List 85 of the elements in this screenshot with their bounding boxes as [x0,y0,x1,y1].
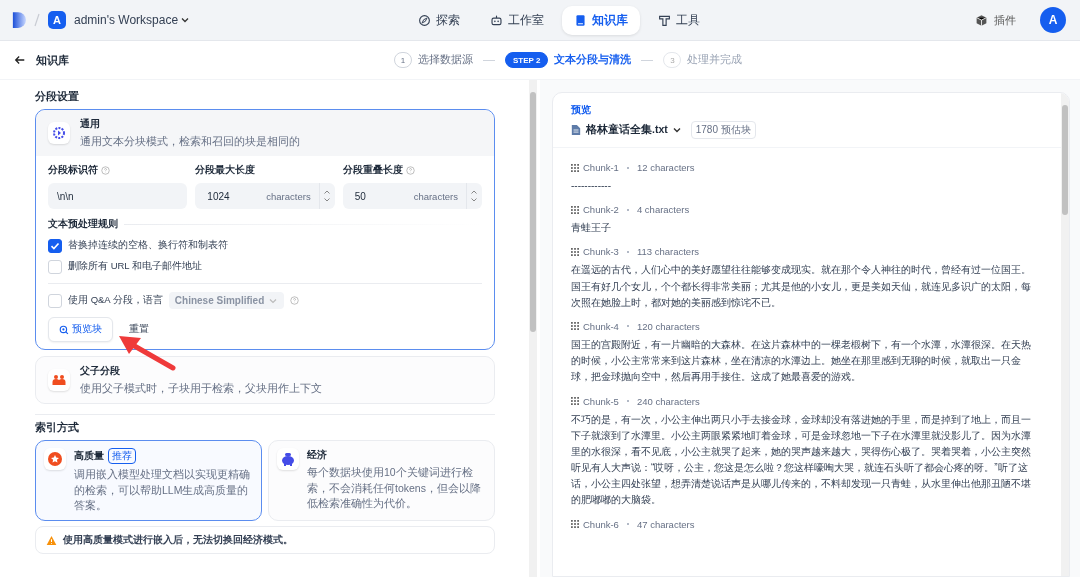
mode-card[interactable]: 父子分段 使用父子模式时，子块用于检索，父块用作上下文 [35,356,495,405]
workspace-selector[interactable]: admin's Workspace [74,13,191,27]
plugins-button[interactable]: 插件 [969,11,1022,29]
number-field[interactable]: 1024 characters [195,183,335,210]
field-label: 分段标识符 [48,164,98,178]
checkbox-label: 替换掉连续的空格、换行符和制表符 [68,239,228,253]
chunk-size: 120 characters [636,320,700,332]
index-option[interactable]: 经济 每个数据块使用10个关键词进行检索，不会消耗任何tokens，但会以降低检索准确性为代价。 [268,440,495,522]
checkbox-label: 删除所有 URL 和电子邮件地址 [68,260,202,274]
step-label: 处理并完成 [687,53,743,67]
rules-title: 文本预处理规则 [48,218,118,232]
help-icon [290,296,300,306]
chunk-size: 12 characters [636,162,695,173]
warning-icon [46,534,57,546]
option-title: 高质量 [74,449,104,464]
step-label: 文本分段与清洗 [554,53,632,67]
cube-icon [975,13,988,27]
back-arrow-icon[interactable] [14,54,26,66]
option-description: 每个数据块使用10个关键词进行检索，不会消耗任何tokens，但会以降低检索准确性为代价。 [307,465,482,511]
chunk-title: Chunk-3 [583,246,619,258]
grip-icon [571,322,579,331]
nav-tab[interactable]: 知识库 [562,5,640,35]
checkbox-label: 使用 Q&A 分段，语言 [68,294,163,308]
people-icon [48,369,70,392]
preview-button[interactable]: 预览块 [48,317,113,343]
book-icon [574,13,587,27]
grip-icon [571,247,579,256]
step-label: 选择数据源 [418,53,473,67]
grip-icon [571,397,579,405]
gear-icon [48,122,70,145]
chunk-title: Chunk-5 [583,395,619,407]
document-icon [571,124,581,136]
chunk-size: 47 characters [636,518,695,530]
chunk-title: Chunk-6 [583,518,619,530]
chunk-size: 113 characters [636,246,700,258]
hammer-icon [658,13,671,27]
chunk-size: 4 characters [636,204,690,216]
mode-description: 使用父子模式时，子块用于检索，父块用作上下文 [80,381,322,397]
user-avatar[interactable]: A [1040,7,1066,33]
nav-tab[interactable]: 工作室 [478,5,556,35]
chevron-down-icon [671,125,682,135]
star-badge-icon [47,451,63,468]
chunk-text: 不巧的是，有一次，小公主伸出两只小手去接金球，金球却没有落进她的手里，而是掉到了地上，而且一下子就滚到了水潭里。小公主两眼紧紧地盯着金球，可是金球忽地一下子在水潭里就没影儿了。因为水潭里的水很深，看不见底，小公主就哭了起来，她的哭声越来越大，哭得伤心极了。哭着哭着，小公主突然听见有人大声说：“哎呀，公主，您这是怎么啦？您这样嚎啕大哭，就连石头听了都会心疼的呀。”听了这话，小公主四处张望，想弄清楚说话声是从哪儿传来的，不料却发现一只青蛙，从水里伸出他那丑陋不堪的肥嘟嘟的大脑袋。 [571,412,1032,508]
chunk-title: Chunk-2 [583,204,619,216]
number-field[interactable]: 50 characters [342,183,482,210]
mode-description: 通用文本分块模式，检索和召回的块是相同的 [80,134,300,149]
warning-text: 使用高质量模式进行嵌入后，无法切换回经济模式。 [63,533,293,548]
mode-title: 通用 [80,117,101,131]
nav-tab[interactable]: 探索 [406,5,472,35]
option-title: 经济 [307,448,327,463]
section-title: 分段设置 [35,90,80,104]
option-description: 调用嵌入模型处理文档以实现更精确的检索，可以帮助LLM生成高质量的答案。 [74,467,251,513]
compass-icon [418,13,431,27]
logo-icon [12,11,26,29]
index-option[interactable]: 高质量 推荐 调用嵌入模型处理文档以实现更精确的检索，可以帮助LLM生成高质量的答案。 [35,440,262,522]
page-title: 知识库 [36,52,69,68]
mode-title: 父子分段 [80,364,121,379]
chevron-down-icon [180,15,191,25]
chunk-text: 青蛙王子 [571,221,612,236]
robot-icon [490,13,503,27]
chunk-size: 240 characters [636,395,700,407]
recommended-badge: 推荐 [108,448,136,465]
field-label: 分段重叠长度 [342,164,403,178]
separator-field[interactable]: \n\n [48,183,188,210]
nav-tab[interactable]: 工具 [646,5,712,35]
chunk-title: Chunk-1 [583,162,619,173]
checkbox[interactable] [48,238,62,253]
grip-icon [571,163,579,172]
preview-label: 预览 [571,103,592,117]
chunk-text: 国王的宫殿附近，有一片幽暗的大森林。在这片森林中的一棵老椴树下，有一个水潭，水潭很深。在天热的时候，小公主常常来到这片森林，坐在清凉的水潭边上。她坐在那里感到无聊的时候，就取出一只金球，把金球抛向空中，然后再用手接住。这成了她最喜爱的游戏。 [571,337,1032,385]
section-title: 索引方式 [35,421,80,436]
estimate-badge: 1780 预估块 [690,121,756,139]
chunk-text: 在遥远的古代，人们心中的美好愿望往往能够变成现实。就在那个令人神往的时代，曾经有过一位国王。国王有好几个女儿，个个都长得非常美丽；尤其是他的小女儿，更是美如天仙，就连见多识广的太阳，每次照在她脸上时，都对她的美丽感到惊诧不已。 [571,263,1032,310]
breadcrumb-separator-icon [34,13,40,27]
grip-icon [571,520,579,529]
step-number: STEP 2 [505,52,549,68]
search-icon [59,324,69,335]
chunk-title: Chunk-4 [583,320,619,332]
reset-button[interactable]: 重置 [129,323,149,337]
chunk-text: ------------ [571,179,612,193]
piggy-bank-icon [280,451,296,468]
field-label: 分段最大长度 [195,164,256,178]
grip-icon [571,205,579,214]
workspace-avatar: A [48,11,66,29]
file-selector[interactable]: 格林童话全集.txt [586,123,682,137]
